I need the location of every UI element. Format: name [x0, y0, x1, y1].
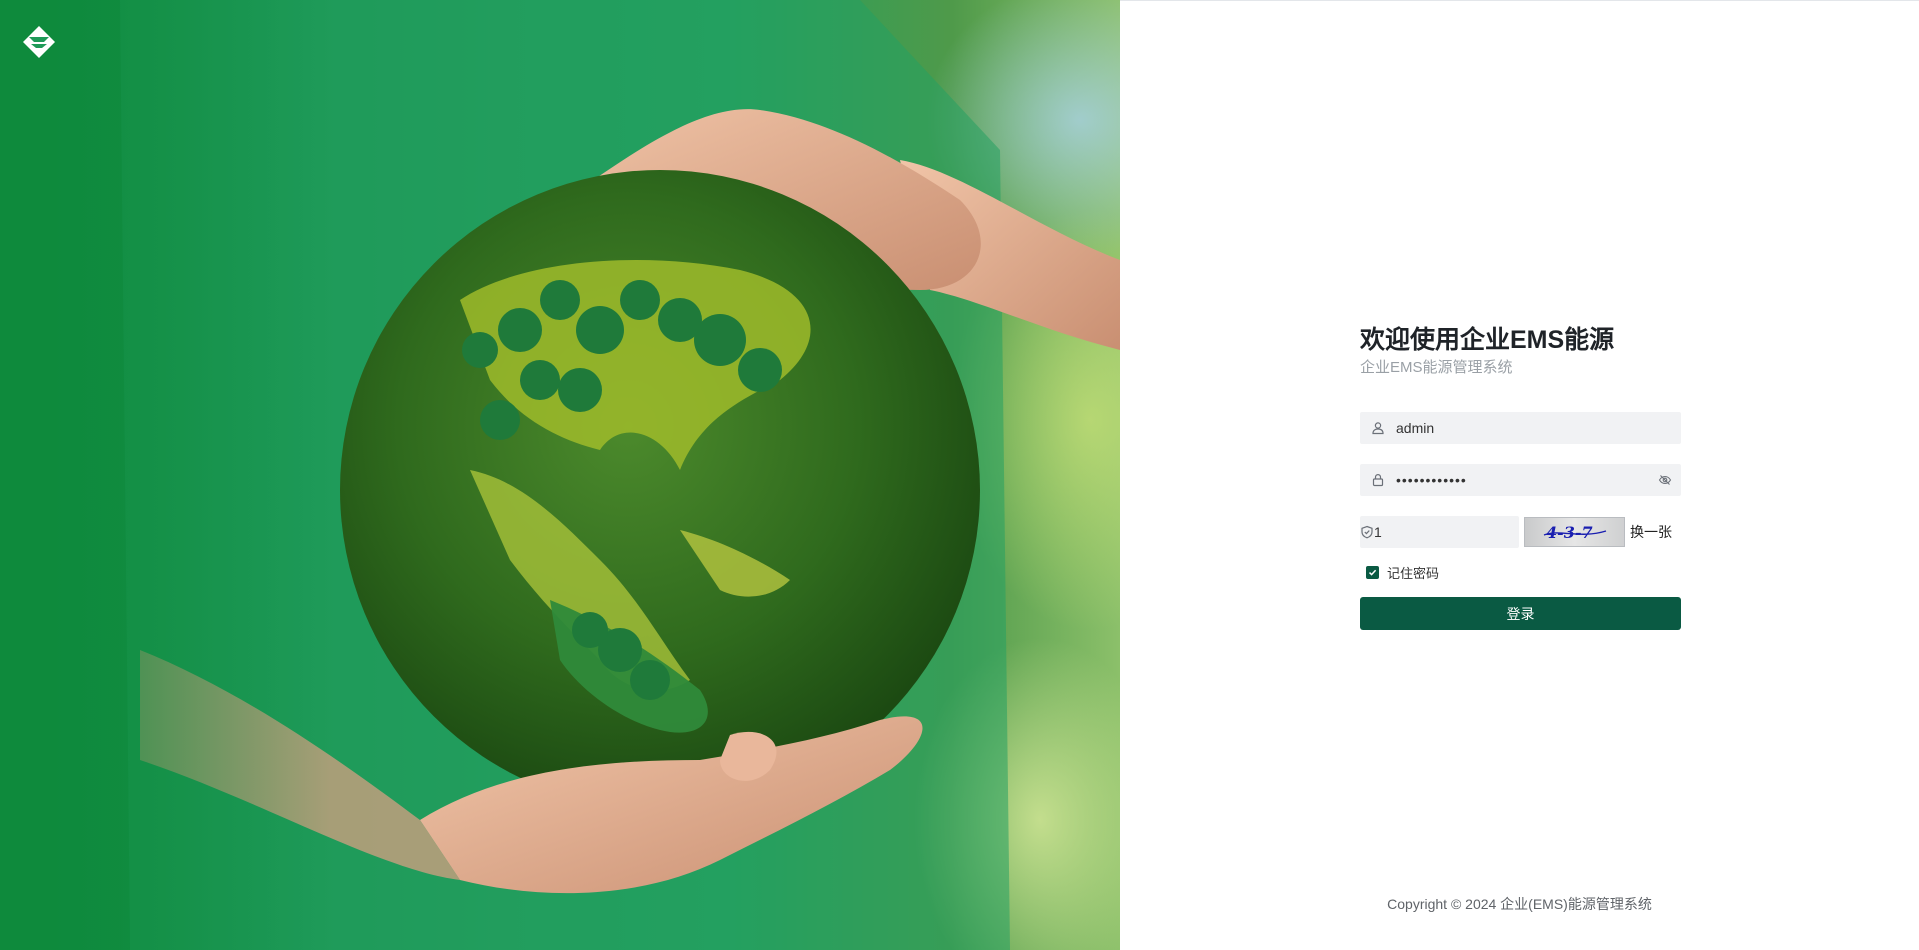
- diamond-logo-icon: [23, 26, 55, 58]
- captcha-input[interactable]: [1374, 517, 1555, 547]
- password-field[interactable]: [1360, 464, 1681, 496]
- check-icon: [1368, 569, 1377, 576]
- login-title: 欢迎使用企业EMS能源: [1360, 326, 1615, 354]
- copyright-text: Copyright © 2024 企业(EMS)能源管理系统: [1387, 896, 1652, 912]
- remember-label: 记住密码: [1387, 565, 1440, 581]
- shield-icon: [1360, 525, 1374, 539]
- captcha-row: 4-3-7 换一张: [1360, 516, 1681, 548]
- login-panel: 欢迎使用企业EMS能源 企业EMS能源管理系统 admin ••••••••••…: [1120, 0, 1919, 950]
- login-subtitle: 企业EMS能源管理系统: [1360, 359, 1513, 376]
- username-input[interactable]: [1396, 413, 1681, 443]
- login-button[interactable]: 登录: [1360, 597, 1681, 630]
- earth-in-hands-illustration: [0, 0, 1120, 950]
- login-form: 欢迎使用企业EMS能源 企业EMS能源管理系统 admin ••••••••••…: [1360, 324, 1681, 630]
- user-icon: [1360, 421, 1396, 435]
- captcha-field[interactable]: [1360, 516, 1555, 548]
- captcha-refresh-link[interactable]: 换一张: [1630, 522, 1672, 542]
- remember-checkbox[interactable]: [1366, 565, 1379, 579]
- username-field[interactable]: [1360, 412, 1681, 444]
- remember-password[interactable]: 记住密码: [1360, 562, 1681, 582]
- login-page: 欢迎使用企业EMS能源 企业EMS能源管理系统 admin ••••••••••…: [0, 0, 1919, 950]
- hero-image: [0, 0, 1120, 950]
- password-input[interactable]: [1396, 465, 1649, 495]
- lock-icon: [1360, 473, 1396, 487]
- eye-off-icon[interactable]: [1649, 473, 1681, 487]
